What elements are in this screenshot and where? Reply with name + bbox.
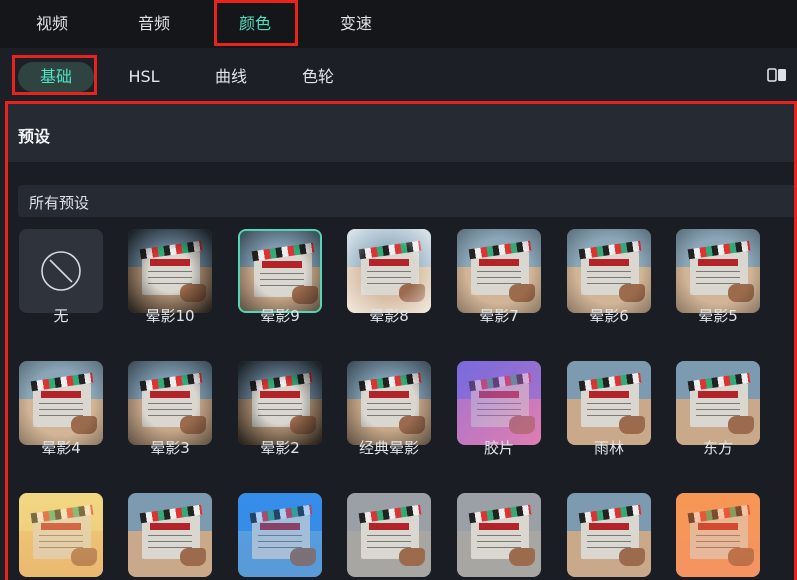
preset-thumbnail <box>347 493 431 577</box>
preset-tile[interactable] <box>457 229 541 313</box>
preset-thumbnail <box>240 231 320 311</box>
preset-tile[interactable] <box>347 493 431 577</box>
preset-tile[interactable] <box>457 361 541 445</box>
preset-thumbnail <box>567 493 651 577</box>
preset-tile[interactable] <box>19 361 103 445</box>
preset-label: 晕影6 <box>589 307 629 325</box>
preset-label: 晕影9 <box>260 307 300 325</box>
preset-thumbnail <box>128 361 212 445</box>
preset-tile[interactable] <box>676 229 760 313</box>
preset-label: 晕影4 <box>41 439 81 457</box>
preset-label: 晕影7 <box>479 307 519 325</box>
preset-thumbnail <box>676 229 760 313</box>
preset-tile[interactable] <box>567 361 651 445</box>
preset-label: 晕影5 <box>698 307 738 325</box>
preset-thumbnail <box>347 361 431 445</box>
preset-thumbnail <box>457 493 541 577</box>
no-preset-icon <box>41 251 81 291</box>
preset-tile[interactable] <box>238 493 322 577</box>
preset-label: 无 <box>53 307 69 325</box>
preset-tile[interactable] <box>238 361 322 445</box>
preset-thumbnail <box>19 493 103 577</box>
preset-tile[interactable] <box>567 493 651 577</box>
preset-tile[interactable] <box>347 229 431 313</box>
preset-thumbnail <box>457 229 541 313</box>
preset-label: 胶片 <box>483 439 514 457</box>
preset-label: 经典晕影 <box>358 439 419 457</box>
preset-thumbnail <box>19 361 103 445</box>
preset-label: 东方 <box>702 439 733 457</box>
preset-label: 晕影3 <box>150 439 190 457</box>
preset-tile[interactable] <box>238 229 322 313</box>
preset-tile[interactable] <box>128 361 212 445</box>
preset-tile[interactable] <box>567 229 651 313</box>
preset-thumbnail <box>128 229 212 313</box>
preset-label: 晕影10 <box>145 307 195 325</box>
preset-label: 晕影2 <box>260 439 300 457</box>
preset-label: 晕影8 <box>369 307 409 325</box>
preset-thumbnail <box>347 229 431 313</box>
preset-thumbnail <box>567 229 651 313</box>
preset-thumbnail <box>128 493 212 577</box>
preset-tile[interactable] <box>128 229 212 313</box>
preset-thumbnail <box>676 493 760 577</box>
preset-tile[interactable] <box>457 493 541 577</box>
preset-tile[interactable] <box>19 229 103 313</box>
preset-tile[interactable] <box>347 361 431 445</box>
preset-grid: 无 晕影10 晕影9 晕影8 晕影7 晕影6 晕影5 晕影4 晕影3 晕影2 经典晕影 胶片 雨林 东方 <box>0 0 797 580</box>
preset-thumbnail <box>457 361 541 445</box>
preset-thumbnail <box>676 361 760 445</box>
preset-tile[interactable] <box>676 361 760 445</box>
preset-tile[interactable] <box>128 493 212 577</box>
preset-thumbnail <box>238 361 322 445</box>
preset-tile[interactable] <box>19 493 103 577</box>
preset-thumbnail <box>567 361 651 445</box>
preset-label: 雨林 <box>593 439 624 457</box>
preset-thumbnail <box>238 493 322 577</box>
preset-tile[interactable] <box>676 493 760 577</box>
